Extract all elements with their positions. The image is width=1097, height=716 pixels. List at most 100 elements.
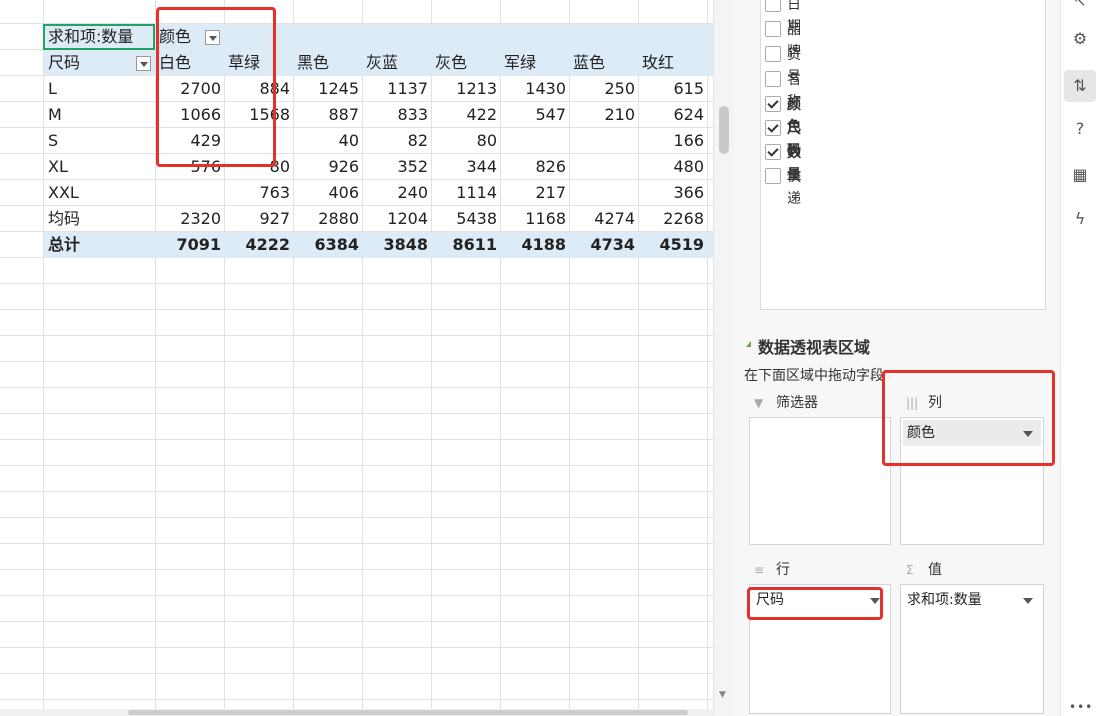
field-checkbox[interactable] bbox=[765, 46, 781, 62]
field-checkbox[interactable] bbox=[765, 144, 781, 160]
columns-field-chip[interactable]: 颜色 bbox=[903, 420, 1041, 446]
total-cell[interactable]: 4734 bbox=[569, 232, 635, 258]
value-cell[interactable] bbox=[569, 180, 635, 206]
value-cell[interactable]: 240 bbox=[362, 180, 428, 206]
value-cell[interactable]: 2268 bbox=[638, 206, 704, 232]
column-label-cell[interactable]: 灰蓝 bbox=[366, 50, 398, 76]
values-field-chip[interactable]: 求和项:数量 bbox=[903, 587, 1041, 613]
value-cell[interactable]: 82 bbox=[362, 128, 428, 154]
value-cell[interactable]: 826 bbox=[500, 154, 566, 180]
collapse-triangle-icon[interactable] bbox=[746, 341, 751, 347]
horizontal-scrollbar[interactable] bbox=[0, 709, 713, 716]
value-cell[interactable]: 887 bbox=[293, 102, 359, 128]
column-field-dropdown[interactable] bbox=[205, 30, 220, 45]
field-checkbox[interactable] bbox=[765, 120, 781, 136]
column-label-cell[interactable]: 玫红 bbox=[642, 50, 674, 76]
lightning-icon[interactable]: ϟ bbox=[1067, 206, 1093, 232]
value-cell[interactable]: 1430 bbox=[500, 76, 566, 102]
help-icon[interactable]: ? bbox=[1067, 116, 1093, 142]
column-label-cell[interactable]: 草绿 bbox=[228, 50, 260, 76]
value-cell[interactable]: 166 bbox=[638, 128, 704, 154]
data-icon[interactable]: ▦ bbox=[1067, 162, 1093, 188]
pivot-icon[interactable]: ⇅ bbox=[1064, 70, 1096, 102]
value-cell[interactable]: 615 bbox=[638, 76, 704, 102]
spreadsheet-grid[interactable]: 求和项:数量 颜色 尺码 白色 草绿 黑色 灰蓝 灰色 军绿 蓝色 玫红 L 2… bbox=[0, 0, 713, 716]
value-cell[interactable]: 80 bbox=[224, 154, 290, 180]
value-cell[interactable]: 763 bbox=[224, 180, 290, 206]
value-cell[interactable]: 833 bbox=[362, 102, 428, 128]
total-cell[interactable]: 3848 bbox=[362, 232, 428, 258]
values-zone[interactable]: 求和项:数量 bbox=[900, 584, 1044, 714]
value-cell[interactable]: 217 bbox=[500, 180, 566, 206]
field-checkbox[interactable] bbox=[765, 168, 781, 184]
value-cell[interactable]: 1168 bbox=[500, 206, 566, 232]
cursor-icon[interactable]: ↖ bbox=[1067, 0, 1093, 14]
value-cell[interactable]: 1114 bbox=[431, 180, 497, 206]
value-cell[interactable]: 1204 bbox=[362, 206, 428, 232]
row-label-cell[interactable]: L bbox=[48, 76, 57, 102]
value-cell[interactable]: 2700 bbox=[155, 76, 221, 102]
filter-zone[interactable] bbox=[749, 417, 891, 545]
value-cell[interactable]: 576 bbox=[155, 154, 221, 180]
column-label-cell[interactable]: 蓝色 bbox=[573, 50, 605, 76]
value-cell[interactable]: 344 bbox=[431, 154, 497, 180]
value-cell[interactable]: 4274 bbox=[569, 206, 635, 232]
row-label-cell[interactable]: S bbox=[48, 128, 58, 154]
column-label-cell[interactable]: 军绿 bbox=[504, 50, 536, 76]
total-cell[interactable]: 6384 bbox=[293, 232, 359, 258]
field-checkbox[interactable] bbox=[765, 71, 781, 87]
row-label-cell[interactable]: XL bbox=[48, 154, 68, 180]
scroll-down-icon[interactable]: ▼ bbox=[719, 690, 726, 700]
value-cell[interactable]: 1245 bbox=[293, 76, 359, 102]
value-cell[interactable]: 480 bbox=[638, 154, 704, 180]
value-cell[interactable]: 1137 bbox=[362, 76, 428, 102]
field-checkbox[interactable] bbox=[765, 96, 781, 112]
more-icon[interactable]: ••• bbox=[1069, 700, 1093, 714]
value-cell[interactable]: 2880 bbox=[293, 206, 359, 232]
total-cell[interactable]: 7091 bbox=[155, 232, 221, 258]
value-cell[interactable]: 5438 bbox=[431, 206, 497, 232]
value-cell[interactable]: 1213 bbox=[431, 76, 497, 102]
rows-field-chip[interactable]: 尺码 bbox=[752, 587, 888, 613]
column-label-cell[interactable]: 灰色 bbox=[435, 50, 467, 76]
row-label-cell[interactable]: M bbox=[48, 102, 62, 128]
value-cell[interactable]: 429 bbox=[155, 128, 221, 154]
value-cell[interactable]: 926 bbox=[293, 154, 359, 180]
row-label-cell[interactable]: XXL bbox=[48, 180, 79, 206]
vertical-scroll-thumb[interactable] bbox=[719, 106, 729, 154]
field-checkbox[interactable] bbox=[765, 0, 781, 12]
value-cell[interactable]: 624 bbox=[638, 102, 704, 128]
value-cell[interactable]: 422 bbox=[431, 102, 497, 128]
column-label-cell[interactable]: 白色 bbox=[159, 50, 191, 76]
value-cell[interactable]: 40 bbox=[293, 128, 359, 154]
value-cell[interactable] bbox=[569, 128, 635, 154]
total-cell[interactable]: 8611 bbox=[431, 232, 497, 258]
rows-zone[interactable]: 尺码 bbox=[749, 584, 891, 714]
value-cell[interactable]: 250 bbox=[569, 76, 635, 102]
value-cell[interactable] bbox=[500, 128, 566, 154]
value-cell[interactable]: 366 bbox=[638, 180, 704, 206]
vertical-scrollbar[interactable]: ▼ bbox=[713, 0, 734, 716]
pivot-row-field-header[interactable]: 尺码 bbox=[48, 50, 80, 76]
value-cell[interactable] bbox=[155, 180, 221, 206]
row-field-dropdown[interactable] bbox=[136, 56, 151, 71]
value-cell[interactable]: 406 bbox=[293, 180, 359, 206]
total-label-cell[interactable]: 总计 bbox=[48, 232, 80, 258]
row-label-cell[interactable]: 均码 bbox=[48, 206, 80, 232]
value-cell[interactable]: 80 bbox=[431, 128, 497, 154]
value-cell[interactable]: 210 bbox=[569, 102, 635, 128]
field-checkbox[interactable] bbox=[765, 21, 781, 37]
total-cell[interactable]: 4222 bbox=[224, 232, 290, 258]
value-cell[interactable]: 927 bbox=[224, 206, 290, 232]
column-label-cell[interactable]: 黑色 bbox=[297, 50, 329, 76]
columns-zone[interactable]: 颜色 bbox=[900, 417, 1044, 545]
value-cell[interactable] bbox=[224, 128, 290, 154]
pivot-column-field-header[interactable]: 颜色 bbox=[159, 24, 191, 50]
value-cell[interactable]: 547 bbox=[500, 102, 566, 128]
value-cell[interactable]: 884 bbox=[224, 76, 290, 102]
total-cell[interactable]: 4188 bbox=[500, 232, 566, 258]
value-cell[interactable]: 352 bbox=[362, 154, 428, 180]
value-cell[interactable] bbox=[569, 154, 635, 180]
horizontal-scroll-thumb[interactable] bbox=[128, 710, 688, 715]
value-cell[interactable]: 1568 bbox=[224, 102, 290, 128]
